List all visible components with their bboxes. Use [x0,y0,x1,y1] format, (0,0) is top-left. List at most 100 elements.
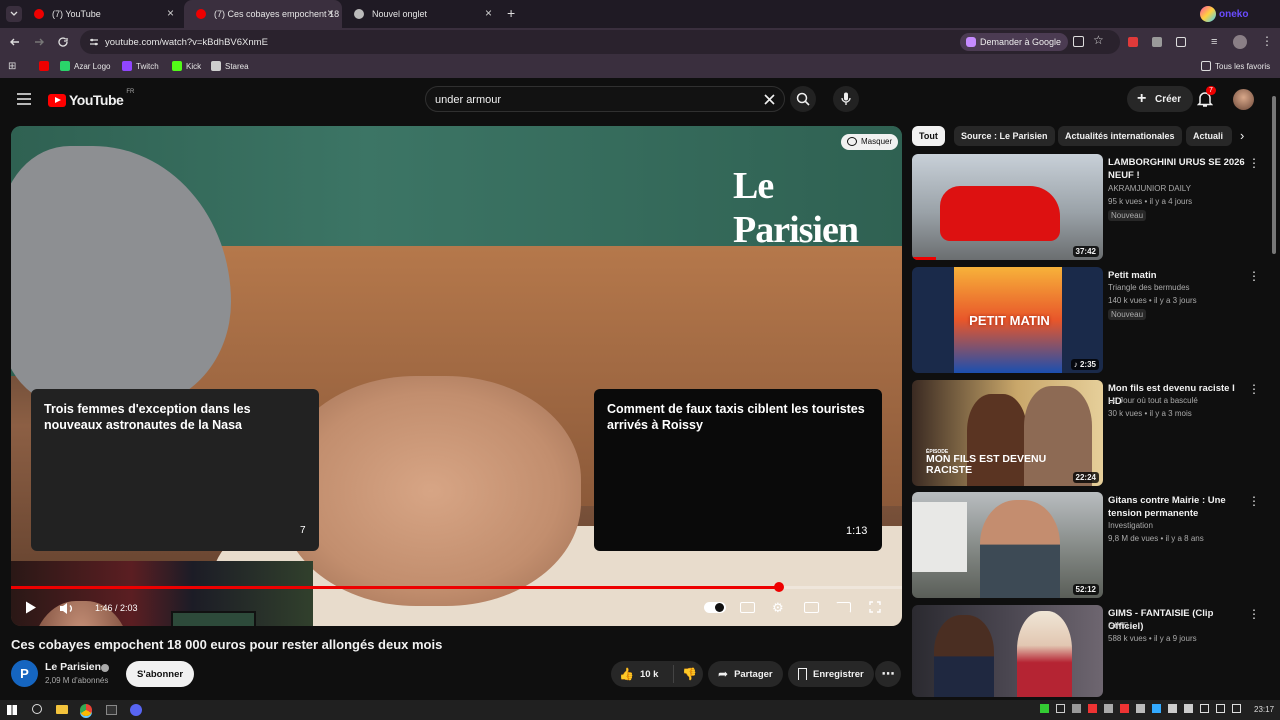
scrubber-handle[interactable] [774,582,785,592]
tray-icon-5[interactable] [1104,704,1113,713]
page-scrollbar[interactable] [1271,88,1277,698]
related-video[interactable]: 37:42 LAMBORGHINI URUS SE 2026 NEUF ! AK… [912,154,1262,260]
video-thumbnail[interactable]: ÉPISODE MON FILS EST DEVENU RACISTE 22:2… [912,380,1103,486]
chip-all[interactable]: Tout [912,126,945,146]
hide-endcards-button[interactable]: Masquer [841,134,899,150]
tray-icon-4[interactable] [1088,704,1097,713]
miniplayer-icon[interactable] [804,602,819,613]
file-explorer-icon[interactable] [56,705,68,714]
bookmark-kick[interactable]: Kick [172,61,201,71]
voice-search-icon[interactable] [833,86,859,112]
close-tab-icon[interactable]: × [327,6,334,20]
hamburger-menu-icon[interactable] [17,93,31,105]
endcard-video-right[interactable]: Comment de faux taxis ciblent les touris… [594,389,882,551]
search-icon[interactable] [790,86,816,112]
apps-grid-icon[interactable]: ⊞ [8,61,16,72]
related-video[interactable]: ÉPISODE MON FILS EST DEVENU RACISTE 22:2… [912,380,1262,486]
tray-icon-9[interactable] [1168,704,1177,713]
new-tab-icon[interactable]: + [507,5,515,21]
more-vertical-icon[interactable]: ⋮ [1248,494,1260,508]
bookmark-azar-logo[interactable]: Azar Logo [60,61,110,71]
bookmark-twitch[interactable]: Twitch [122,61,159,71]
autoplay-toggle[interactable] [704,602,726,613]
related-video[interactable]: GIMS - FANTAISIE (Clip Officiel) GIMS 58… [912,605,1262,697]
video-thumbnail[interactable]: PETIT MATIN ♪ 2:35 [912,267,1103,373]
more-vertical-icon[interactable]: ⋮ [1248,382,1260,396]
settings-gear-icon[interactable]: ⚙ [772,600,784,616]
chrome-taskbar-icon[interactable] [80,704,92,716]
clear-search-icon[interactable] [764,94,775,105]
tab-current-video[interactable]: (7) Ces cobayes empochent 18 × [184,0,342,28]
bookmark-starea[interactable]: Starea [211,61,249,71]
create-button[interactable]: + Créer [1127,86,1194,112]
more-vertical-icon[interactable]: ⋮ [1248,269,1260,283]
profile-avatar-small-icon[interactable] [1233,35,1247,49]
video-thumbnail[interactable]: 52:12 [912,492,1103,598]
fullscreen-icon[interactable] [869,601,881,613]
tab-youtube[interactable]: (7) YouTube × [22,0,182,28]
battery-icon[interactable] [1232,704,1241,713]
terminal-icon[interactable] [106,705,117,715]
speaker-icon[interactable] [1216,704,1225,713]
close-tab-icon[interactable]: × [485,6,492,20]
like-button[interactable]: 👍 10 k [611,661,667,687]
extension-grey-icon[interactable] [1152,37,1162,47]
related-video[interactable]: PETIT MATIN ♪ 2:35 Petit matin Triangle … [912,267,1262,373]
share-button[interactable]: ➦ Partager [708,661,783,687]
tray-icon-2[interactable] [1056,704,1065,713]
more-vertical-icon[interactable]: ⋮ [1248,156,1260,170]
close-tab-icon[interactable]: × [167,6,174,20]
volume-icon[interactable] [59,601,75,615]
tray-icon-1[interactable] [1040,704,1049,713]
tray-icon-6[interactable] [1120,704,1129,713]
chip-international[interactable]: Actualités internationales [1058,126,1182,146]
channel-avatar[interactable]: P [11,660,38,687]
forward-icon[interactable] [33,36,45,48]
tray-icon-3[interactable] [1072,704,1081,713]
media-controls-icon[interactable]: ≡ [1211,36,1217,48]
video-thumbnail[interactable]: 37:42 [912,154,1103,260]
discord-icon[interactable] [130,704,142,716]
back-icon[interactable] [9,36,21,48]
play-icon[interactable] [25,601,37,614]
browser-menu-icon[interactable]: ⋮ [1261,34,1273,48]
more-vertical-icon[interactable]: ⋮ [1248,607,1260,621]
progress-bar[interactable] [11,582,902,592]
extensions-puzzle-icon[interactable] [1176,37,1186,47]
dislike-button[interactable]: 👎 [673,665,697,683]
reload-icon[interactable] [57,36,69,48]
tray-icon-10[interactable] [1184,704,1193,713]
bluetooth-icon[interactable] [1152,704,1161,713]
subscribe-button[interactable]: S'abonner [126,661,195,687]
video-thumbnail[interactable] [912,605,1103,697]
video-player[interactable]: Le Parisien Masquer Trois femmes d'excep… [11,126,902,626]
ask-google-button[interactable]: Demander à Google [960,33,1069,51]
endcard-video-left[interactable]: Trois femmes d'exception dans les nouvea… [31,389,319,551]
more-actions-button[interactable]: ⋯ [875,661,901,687]
account-avatar[interactable] [1233,89,1254,110]
save-button[interactable]: Enregistrer [788,661,874,687]
youtube-logo[interactable]: YouTube FR [48,89,134,108]
chip-news-partial[interactable]: Actuali [1186,126,1232,146]
related-video[interactable]: 52:12 Gitans contre Mairie : Une tension… [912,492,1262,598]
bookmark-star-icon[interactable]: ☆ [1093,33,1104,47]
scrollbar-thumb[interactable] [1272,96,1276,254]
all-bookmarks-folder[interactable]: Tous les favoris [1201,61,1270,71]
taskbar-search-icon[interactable] [32,704,42,714]
channel-name[interactable]: Le Parisien [45,661,101,673]
cast-icon[interactable] [836,602,851,613]
clock[interactable]: 23:17 [1254,705,1274,714]
extension-red-icon[interactable] [1128,37,1138,47]
chip-source[interactable]: Source : Le Parisien [954,126,1055,146]
network-icon[interactable] [1200,704,1209,713]
chips-next-icon[interactable]: › [1240,128,1244,143]
tab-new[interactable]: Nouvel onglet × [342,0,500,28]
install-icon[interactable] [1073,36,1084,47]
site-info-icon[interactable] [88,36,100,48]
tray-icon-7[interactable] [1136,704,1145,713]
subtitles-icon[interactable] [740,602,755,613]
notifications-button[interactable]: 7 [1197,86,1219,112]
address-bar[interactable]: youtube.com/watch?v=kBdhBV6XnmE Demander… [80,30,1120,54]
windows-start-icon[interactable] [7,705,17,715]
search-input[interactable]: under armour [425,86,785,112]
